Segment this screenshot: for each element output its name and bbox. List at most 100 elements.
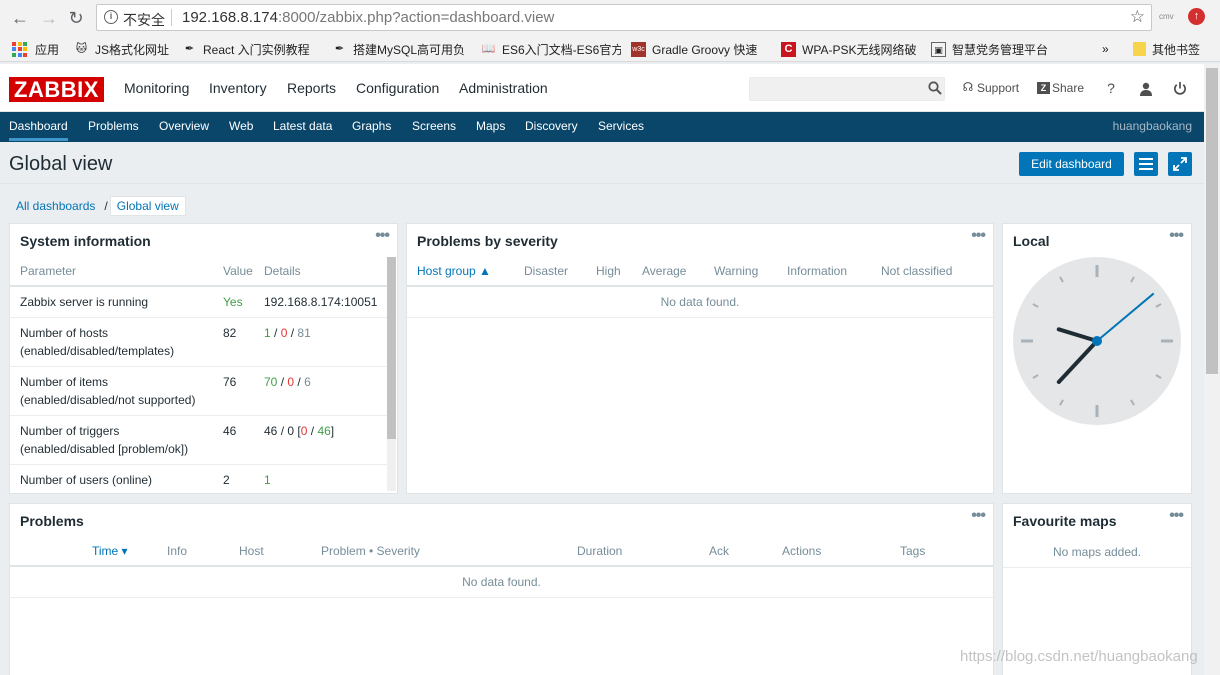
url-text[interactable]: 192.168.8.174:8000/zabbix.php?action=das… <box>182 9 554 26</box>
row-divider <box>10 415 387 416</box>
value-cell: 76 <box>223 375 237 389</box>
reload-icon[interactable]: ↻ <box>64 6 88 30</box>
column-header-not-classified: Not classified <box>881 264 953 278</box>
bookmark-party[interactable]: ▣ 智慧党务管理平台 <box>931 41 1055 57</box>
address-bar[interactable]: i 不安全 192.168.8.174:8000/zabbix.php?acti… <box>96 4 1152 31</box>
widget-menu-icon[interactable]: ••• <box>1169 507 1184 525</box>
book-icon: 📖 <box>481 42 496 55</box>
row-divider <box>10 597 993 598</box>
headset-icon[interactable]: ☊ <box>960 80 976 94</box>
subnav-problems[interactable]: Problems <box>88 119 139 133</box>
bookmark-wpa[interactable]: C WPA-PSK无线网络破 <box>781 41 919 57</box>
widget-menu-icon[interactable]: ••• <box>375 227 390 245</box>
bookmark-other[interactable]: 其他书签 <box>1133 41 1200 57</box>
clock-widget: Local ••• <box>1002 223 1192 494</box>
subnav-screens[interactable]: Screens <box>412 119 456 133</box>
c-icon: C <box>781 41 796 57</box>
widget-title: Favourite maps <box>1013 513 1117 529</box>
help-icon[interactable]: ? <box>1103 80 1119 96</box>
column-header-host-group[interactable]: Host group ▲ <box>417 264 491 278</box>
menu-administration[interactable]: Administration <box>459 80 548 96</box>
bookmark-label: Gradle Groovy 快速 <box>652 42 758 57</box>
share-z-icon[interactable]: Z <box>1037 82 1050 94</box>
subnav-latest-data[interactable]: Latest data <box>273 119 332 133</box>
row-divider <box>10 366 387 367</box>
breadcrumb-all-dashboards[interactable]: All dashboards <box>9 199 102 213</box>
value-cell: 82 <box>223 326 237 340</box>
subnav-web[interactable]: Web <box>229 119 253 133</box>
menu-configuration[interactable]: Configuration <box>356 80 439 96</box>
widget-menu-icon[interactable]: ••• <box>1169 227 1184 245</box>
bookmark-mysql[interactable]: ✒ 搭建MySQL高可用负 <box>332 41 468 57</box>
widget-title: Local <box>1013 233 1050 249</box>
subnav-services[interactable]: Services <box>598 119 644 133</box>
forward-arrow-icon[interactable]: → <box>37 6 61 30</box>
bookmarks-overflow-chevron[interactable]: » <box>1102 41 1109 57</box>
widget-scrollbar-thumb[interactable] <box>387 257 396 439</box>
column-header-ack: Ack <box>709 544 730 558</box>
extension-up-arrow-icon[interactable]: ↑ <box>1188 8 1205 25</box>
zabbix-logo[interactable]: ZABBIX <box>9 77 104 102</box>
column-header-value: Value <box>223 264 253 278</box>
search-icon[interactable] <box>928 81 942 95</box>
value-cell: 46 <box>223 424 237 438</box>
page-scrollbar-thumb[interactable] <box>1206 68 1218 374</box>
support-link[interactable]: Support <box>977 81 1019 95</box>
feather-icon: ✒ <box>334 42 345 55</box>
bookmark-label: WPA-PSK无线网络破 <box>802 42 917 57</box>
url-divider <box>171 9 172 26</box>
empty-message: No maps added. <box>1052 545 1142 559</box>
watermark-text: https://blog.csdn.net/huangbaokang <box>960 648 1198 665</box>
bookmark-label: 其他书签 <box>1152 42 1201 57</box>
param-cell: Number of users (online) <box>20 473 153 487</box>
problem-count: 0 <box>300 424 308 438</box>
menu-monitoring[interactable]: Monitoring <box>124 80 189 96</box>
bookmark-apps[interactable]: 应用 <box>12 41 59 57</box>
url-path: :8000/zabbix.php?action=dashboard.view <box>277 9 555 26</box>
subnav-overview[interactable]: Overview <box>159 119 209 133</box>
share-link[interactable]: Share <box>1052 81 1084 95</box>
column-header-information: Information <box>787 264 848 278</box>
power-icon[interactable] <box>1172 81 1188 96</box>
fullscreen-button[interactable] <box>1168 152 1192 176</box>
user-profile-icon[interactable] <box>1138 82 1154 96</box>
column-header-warning: Warning <box>714 264 759 278</box>
zabbix-header: ZABBIX Monitoring Inventory Reports Conf… <box>0 64 1204 112</box>
widget-menu-icon[interactable]: ••• <box>971 227 986 245</box>
extension-cmv-icon[interactable]: cmv <box>1159 12 1174 21</box>
subnav-graphs[interactable]: Graphs <box>352 119 391 133</box>
bookmark-label: 智慧党务管理平台 <box>952 42 1049 57</box>
param-subcell: (enabled/disabled [problem/ok]) <box>20 442 189 456</box>
widget-menu-icon[interactable]: ••• <box>971 507 986 525</box>
edit-dashboard-button[interactable]: Edit dashboard <box>1019 152 1124 176</box>
templates-count: 81 <box>297 326 311 340</box>
image-icon: ▣ <box>931 41 946 57</box>
subnav-maps[interactable]: Maps <box>476 119 505 133</box>
menu-reports[interactable]: Reports <box>287 80 336 96</box>
clock-center <box>1092 336 1102 346</box>
menu-inventory[interactable]: Inventory <box>209 80 267 96</box>
not-supported-count: 6 <box>304 375 311 389</box>
column-header-parameter: Parameter <box>20 264 77 278</box>
bookmark-star-icon[interactable]: ☆ <box>1130 7 1145 27</box>
enabled-count: 1 <box>264 326 271 340</box>
hamburger-menu-icon <box>1139 158 1153 170</box>
current-username: huangbaokang <box>1112 119 1192 133</box>
breadcrumb-current[interactable]: Global view <box>109 195 186 216</box>
column-header-tags: Tags <box>900 544 926 558</box>
subnav-discovery[interactable]: Discovery <box>525 119 578 133</box>
column-header-time[interactable]: Time ▾ <box>92 544 128 558</box>
expand-icon <box>1173 157 1187 171</box>
disabled-count: 0 <box>287 375 295 389</box>
browser-toolbar: ← → ↻ i 不安全 192.168.8.174:8000/zabbix.ph… <box>0 0 1220 36</box>
back-arrow-icon[interactable]: ← <box>8 6 32 30</box>
bookmark-react[interactable]: ✒ React 入门实例教程 <box>182 41 314 57</box>
bookmark-label: React 入门实例教程 <box>203 42 310 57</box>
subnav-dashboard[interactable]: Dashboard <box>9 119 68 141</box>
bookmark-gradle[interactable]: w3c Gradle Groovy 快速 <box>631 41 767 57</box>
dashboard-actions-button[interactable] <box>1134 152 1158 176</box>
bookmark-es6[interactable]: 📖 ES6入门文档-ES6官方 <box>481 41 621 57</box>
info-icon[interactable]: i <box>104 10 118 24</box>
search-input[interactable] <box>749 77 945 101</box>
bookmark-js-format[interactable]: 🐱 JS格式化网址 <box>74 41 172 57</box>
